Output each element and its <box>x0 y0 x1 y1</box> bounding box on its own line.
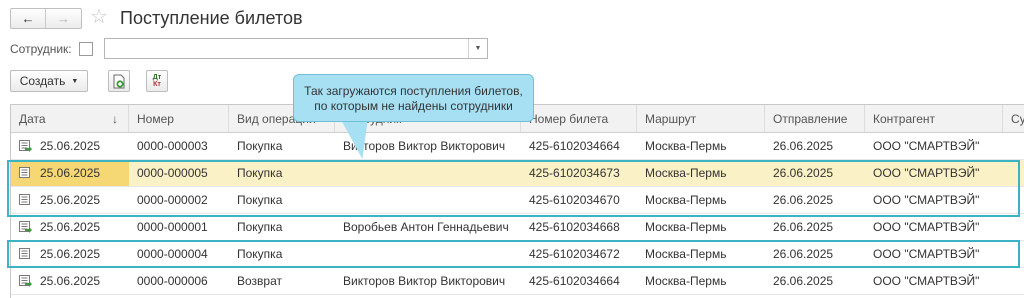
posted-document-icon <box>19 275 32 287</box>
cell-date[interactable]: 25.06.2025 <box>11 214 129 240</box>
star-icon[interactable]: ☆ <box>90 6 108 28</box>
page-title: Поступление билетов <box>120 8 303 28</box>
cell-departure[interactable]: 26.06.2025 <box>765 214 865 240</box>
create-button[interactable]: Создать ▼ <box>10 70 88 92</box>
cell-route[interactable]: Москва-Пермь <box>637 241 765 267</box>
cell-contractor[interactable]: ООО "СМАРТВЭЙ" <box>865 268 1003 294</box>
document-icon <box>19 167 30 178</box>
table-row[interactable]: 25.06.2025 0000-000004 Покупка 425-61020346… <box>11 241 1024 268</box>
cell-type[interactable]: Покупка <box>229 187 335 213</box>
cell-contractor[interactable]: ООО "СМАРТВЭЙ" <box>865 133 1003 159</box>
table-row[interactable]: 25.06.2025 0000-000005 Покупка 425-61020346… <box>11 160 1024 187</box>
postings-button[interactable]: Дт Кт <box>146 70 168 92</box>
cell-employee[interactable] <box>335 187 521 213</box>
cell-contractor[interactable]: ООО "СМАРТВЭЙ" <box>865 160 1003 186</box>
documents-table: Дата↓ Номер Вид операции Сотрудник Номер… <box>10 104 1024 298</box>
employee-filter-label: Сотрудник: <box>10 42 72 56</box>
back-button[interactable]: ← <box>11 9 46 28</box>
cell-ticket[interactable]: 425-6102034672 <box>521 241 637 267</box>
cell-ticket[interactable]: 425-6102034664 <box>521 268 637 294</box>
cell-employee[interactable]: Викторов Виктор Викторович <box>335 268 521 294</box>
forward-button[interactable]: → <box>46 9 81 28</box>
cell-number[interactable]: 0000-000006 <box>129 268 229 294</box>
cell-departure[interactable]: 26.06.2025 <box>765 160 865 186</box>
cell-route[interactable]: Москва-Пермь <box>637 268 765 294</box>
cell-ticket[interactable]: 425-6102034670 <box>521 187 637 213</box>
cell-departure[interactable]: 26.06.2025 <box>765 268 865 294</box>
cell-type[interactable]: Покупка <box>229 241 335 267</box>
debit-credit-icon: Дт Кт <box>152 74 162 88</box>
cell-type[interactable]: Покупка <box>229 133 335 159</box>
document-icon <box>19 248 30 259</box>
cell-employee[interactable] <box>335 160 521 186</box>
column-header-departure[interactable]: Отправление <box>765 105 865 132</box>
cell-date[interactable]: 25.06.2025 <box>11 241 129 267</box>
cell-departure[interactable]: 26.06.2025 <box>765 187 865 213</box>
cell-number[interactable]: 0000-000005 <box>129 160 229 186</box>
column-header-sum[interactable]: Су <box>1003 105 1024 132</box>
cell-contractor[interactable]: ООО "СМАРТВЭЙ" <box>865 187 1003 213</box>
column-header-number[interactable]: Номер <box>129 105 229 132</box>
cell-employee[interactable]: Воробьев Антон Геннадьевич <box>335 214 521 240</box>
cell-contractor[interactable]: ООО "СМАРТВЭЙ" <box>865 214 1003 240</box>
cell-employee[interactable] <box>335 241 521 267</box>
create-button-label: Создать <box>19 74 66 88</box>
document-icon <box>19 194 30 205</box>
cell-number[interactable]: 0000-000003 <box>129 133 229 159</box>
arrow-left-icon: ← <box>21 11 35 26</box>
cell-number[interactable]: 0000-000002 <box>129 187 229 213</box>
dropdown-arrow-icon[interactable]: ▼ <box>468 39 487 58</box>
cell-type[interactable]: Возврат <box>229 268 335 294</box>
cell-date[interactable]: 25.06.2025 <box>11 133 129 159</box>
cell-date[interactable]: 25.06.2025 <box>11 187 129 213</box>
callout-tooltip: Так загружаются поступления билетов, по … <box>293 74 534 122</box>
arrow-right-icon: → <box>57 11 70 26</box>
table-row[interactable]: 25.06.2025 0000-000001 Покупка Воробьев Ант… <box>11 214 1024 241</box>
cell-route[interactable]: Москва-Пермь <box>637 214 765 240</box>
callout-line-1: Так загружаются поступления билетов, <box>304 84 523 98</box>
navigation-buttons: ← → <box>10 8 82 29</box>
table-row[interactable]: 25.06.2025 0000-000002 Покупка 425-61020346… <box>11 187 1024 214</box>
cell-type[interactable]: Покупка <box>229 160 335 186</box>
column-header-contractor[interactable]: Контрагент <box>865 105 1003 132</box>
cell-contractor[interactable]: ООО "СМАРТВЭЙ" <box>865 241 1003 267</box>
cell-route[interactable]: Москва-Пермь <box>637 187 765 213</box>
cell-departure[interactable]: 26.06.2025 <box>765 241 865 267</box>
posted-document-icon <box>19 221 32 233</box>
posted-document-icon <box>19 140 32 152</box>
column-header-date[interactable]: Дата ↓ <box>11 105 129 132</box>
cell-ticket[interactable]: 425-6102034664 <box>521 133 637 159</box>
table-row[interactable]: 25.06.2025 0000-000003 Покупка Викторов Вик… <box>11 133 1024 160</box>
employee-filter-input[interactable]: ▼ <box>104 38 488 59</box>
column-header-route[interactable]: Маршрут <box>637 105 765 132</box>
callout-line-2: по которым не найдены сотрудники <box>314 99 513 113</box>
column-header-ticket[interactable]: Номер билета <box>521 105 637 132</box>
sort-down-icon: ↓ <box>112 111 118 126</box>
cell-number[interactable]: 0000-000004 <box>129 241 229 267</box>
employee-filter-checkbox[interactable] <box>79 42 93 56</box>
cell-type[interactable]: Покупка <box>229 214 335 240</box>
table-row[interactable]: 25.06.2025 0000-000006 Возврат Викторов Вик… <box>11 268 1024 295</box>
cell-number[interactable]: 0000-000001 <box>129 214 229 240</box>
cell-departure[interactable]: 26.06.2025 <box>765 133 865 159</box>
chevron-down-icon: ▼ <box>71 77 79 85</box>
cell-ticket[interactable]: 425-6102034668 <box>521 214 637 240</box>
cell-ticket[interactable]: 425-6102034673 <box>521 160 637 186</box>
cell-route[interactable]: Москва-Пермь <box>637 160 765 186</box>
cell-date[interactable]: 25.06.2025 <box>11 268 129 294</box>
cell-route[interactable]: Москва-Пермь <box>637 133 765 159</box>
document-add-icon <box>113 74 125 88</box>
cell-date[interactable]: 25.06.2025 <box>11 160 129 186</box>
create-based-on-button[interactable] <box>108 70 130 92</box>
